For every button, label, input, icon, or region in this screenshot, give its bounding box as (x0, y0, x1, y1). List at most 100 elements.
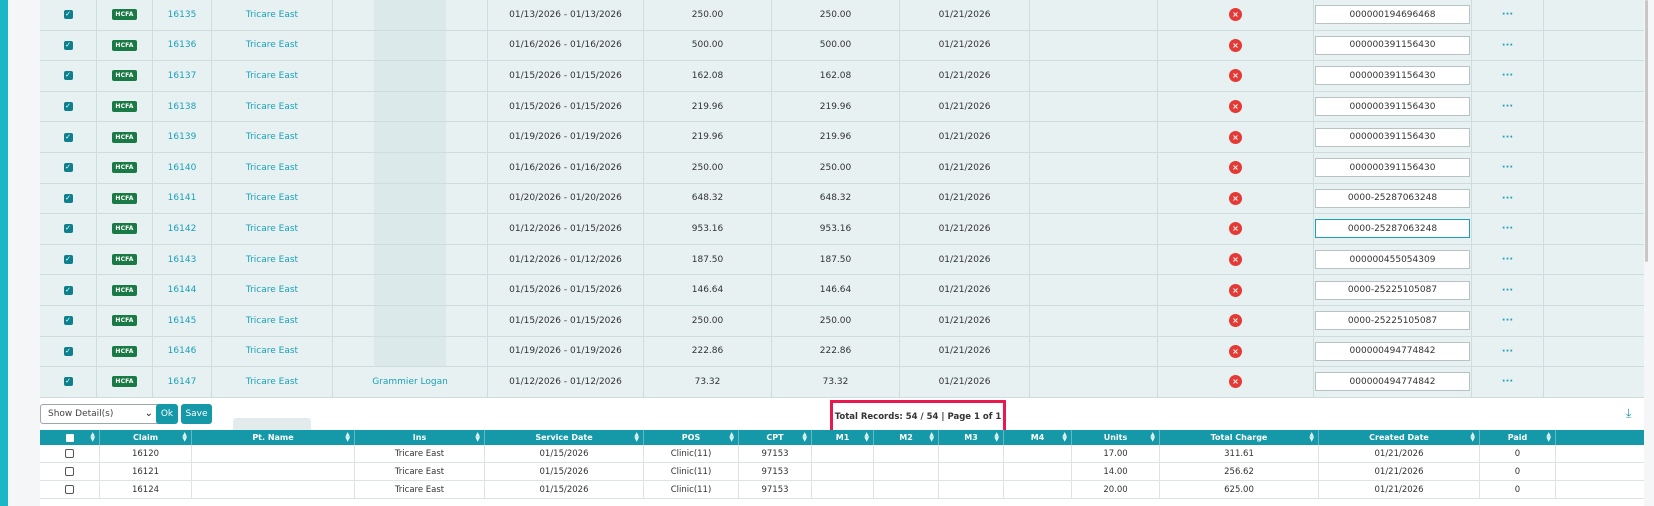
claim-link[interactable]: 16139 (168, 132, 197, 142)
insurance-link[interactable]: Tricare East (246, 10, 298, 20)
insurance-link[interactable]: Tricare East (246, 224, 298, 234)
insurance-link[interactable]: Tricare East (246, 377, 298, 387)
reference-number-input[interactable]: 000000391156430 (1315, 127, 1470, 147)
reference-number-input[interactable]: 000000494774842 (1315, 372, 1470, 392)
insurance-link[interactable]: Tricare East (246, 102, 298, 112)
checked-checkbox-icon[interactable]: ✓ (63, 132, 73, 142)
insurance-link[interactable]: Tricare East (246, 163, 298, 173)
reference-number-input[interactable]: 0000-25225105087 (1315, 311, 1470, 331)
column-header[interactable]: Total Charge ▲ ▼ (1160, 430, 1319, 445)
reference-number-input[interactable]: 0000-25287063248 (1315, 188, 1470, 208)
ok-button[interactable]: Ok (156, 404, 178, 424)
reference-number-input[interactable]: 0000-25225105087 (1315, 280, 1470, 300)
sort-icon[interactable]: ▲ ▼ (1062, 432, 1067, 443)
checked-checkbox-icon[interactable]: ✓ (63, 163, 73, 173)
column-header[interactable]: Ins ▲ ▼ (355, 430, 485, 445)
claim-link[interactable]: 16136 (168, 40, 197, 50)
checked-checkbox-icon[interactable]: ✓ (63, 316, 73, 326)
column-header[interactable]: Units ▲ ▼ (1072, 430, 1160, 445)
ellipsis-icon[interactable]: ··· (1502, 223, 1513, 234)
x-circle-icon[interactable]: × (1229, 8, 1242, 22)
row-checkbox[interactable] (65, 449, 74, 458)
claim-link[interactable]: 16147 (168, 377, 197, 387)
vertical-scrollbar[interactable] (1645, 0, 1648, 262)
checked-checkbox-icon[interactable]: ✓ (63, 71, 73, 81)
column-header[interactable]: Service Date ▲ ▼ (485, 430, 644, 445)
show-details-select[interactable]: Show Detail(s) ⌄ (40, 404, 160, 424)
claim-link[interactable]: 16140 (168, 163, 197, 173)
sort-icon[interactable]: ▲ ▼ (634, 432, 639, 443)
insurance-link[interactable]: Tricare East (246, 132, 298, 142)
claim-link[interactable]: 16146 (168, 346, 197, 356)
ellipsis-icon[interactable]: ··· (1502, 346, 1513, 357)
checked-checkbox-icon[interactable]: ✓ (63, 285, 73, 295)
checked-checkbox-icon[interactable]: ✓ (63, 10, 73, 20)
x-circle-icon[interactable]: × (1229, 222, 1242, 236)
reference-number-input[interactable]: 000000194696468 (1315, 5, 1470, 25)
ellipsis-icon[interactable]: ··· (1502, 315, 1513, 326)
sort-icon[interactable]: ▲ ▼ (475, 432, 480, 443)
save-button[interactable]: Save (181, 404, 212, 424)
x-circle-icon[interactable]: × (1229, 283, 1242, 297)
column-header[interactable]: Claim ▲ ▼ (100, 430, 192, 445)
x-circle-icon[interactable]: × (1229, 69, 1242, 83)
reference-number-input[interactable]: 000000391156430 (1315, 35, 1470, 55)
sort-icon[interactable]: ▲ ▼ (729, 432, 734, 443)
row-checkbox[interactable] (65, 485, 74, 494)
insurance-link[interactable]: Tricare East (246, 255, 298, 265)
ellipsis-icon[interactable]: ··· (1502, 254, 1513, 265)
sort-icon[interactable]: ▲ ▼ (1150, 432, 1155, 443)
x-circle-icon[interactable]: × (1229, 375, 1242, 389)
column-header[interactable]: Created Date ▲ ▼ (1319, 430, 1480, 445)
column-header[interactable]: M1 ▲ ▼ (812, 430, 874, 445)
select-all-checkbox[interactable] (65, 433, 74, 442)
claim-link[interactable]: 16143 (168, 255, 197, 265)
claim-link[interactable]: 16135 (168, 10, 197, 20)
checked-checkbox-icon[interactable]: ✓ (63, 377, 73, 387)
checked-checkbox-icon[interactable]: ✓ (63, 102, 73, 112)
insurance-link[interactable]: Tricare East (246, 193, 298, 203)
claim-link[interactable]: 16138 (168, 102, 197, 112)
row-checkbox[interactable] (65, 467, 74, 476)
reference-number-input[interactable]: 000000455054309 (1315, 250, 1470, 270)
x-circle-icon[interactable]: × (1229, 161, 1242, 175)
insurance-link[interactable]: Tricare East (246, 71, 298, 81)
checked-checkbox-icon[interactable]: ✓ (63, 346, 73, 356)
sort-icon[interactable]: ▲ ▼ (1470, 432, 1475, 443)
column-header[interactable]: M2 ▲ ▼ (874, 430, 939, 445)
ellipsis-icon[interactable]: ··· (1502, 285, 1513, 296)
ellipsis-icon[interactable]: ··· (1502, 9, 1513, 20)
sort-icon[interactable]: ▲ ▼ (994, 432, 999, 443)
reference-number-input[interactable]: 000000391156430 (1315, 97, 1470, 117)
sort-icon[interactable]: ▲ ▼ (802, 432, 807, 443)
x-circle-icon[interactable]: × (1229, 344, 1242, 358)
column-header[interactable]: POS ▲ ▼ (644, 430, 739, 445)
reference-number-input[interactable]: 000000391156430 (1315, 66, 1470, 86)
checked-checkbox-icon[interactable]: ✓ (63, 193, 73, 203)
claim-link[interactable]: 16145 (168, 316, 197, 326)
sort-icon[interactable]: ▲ ▼ (182, 432, 187, 443)
x-circle-icon[interactable]: × (1229, 253, 1242, 267)
insurance-link[interactable]: Tricare East (246, 316, 298, 326)
ellipsis-icon[interactable]: ··· (1502, 162, 1513, 173)
sort-icon[interactable]: ▲ ▼ (90, 432, 95, 443)
checked-checkbox-icon[interactable]: ✓ (63, 255, 73, 265)
insurance-link[interactable]: Tricare East (246, 40, 298, 50)
claim-link[interactable]: 16137 (168, 71, 197, 81)
column-header[interactable]: M4 ▲ ▼ (1004, 430, 1072, 445)
ellipsis-icon[interactable]: ··· (1502, 193, 1513, 204)
patient-link[interactable]: Grammier Logan (372, 377, 448, 387)
column-header[interactable]: M3 ▲ ▼ (939, 430, 1004, 445)
claim-link[interactable]: 16141 (168, 193, 197, 203)
checked-checkbox-icon[interactable]: ✓ (63, 40, 73, 50)
x-circle-icon[interactable]: × (1229, 191, 1242, 205)
ellipsis-icon[interactable]: ··· (1502, 132, 1513, 143)
sort-icon[interactable]: ▲ ▼ (1546, 432, 1551, 443)
claim-link[interactable]: 16144 (168, 285, 197, 295)
ellipsis-icon[interactable]: ··· (1502, 101, 1513, 112)
sort-icon[interactable]: ▲ ▼ (929, 432, 934, 443)
x-circle-icon[interactable]: × (1229, 100, 1242, 114)
column-header[interactable]: CPT ▲ ▼ (739, 430, 812, 445)
insurance-link[interactable]: Tricare East (246, 346, 298, 356)
reference-number-input[interactable]: 000000494774842 (1315, 341, 1470, 361)
